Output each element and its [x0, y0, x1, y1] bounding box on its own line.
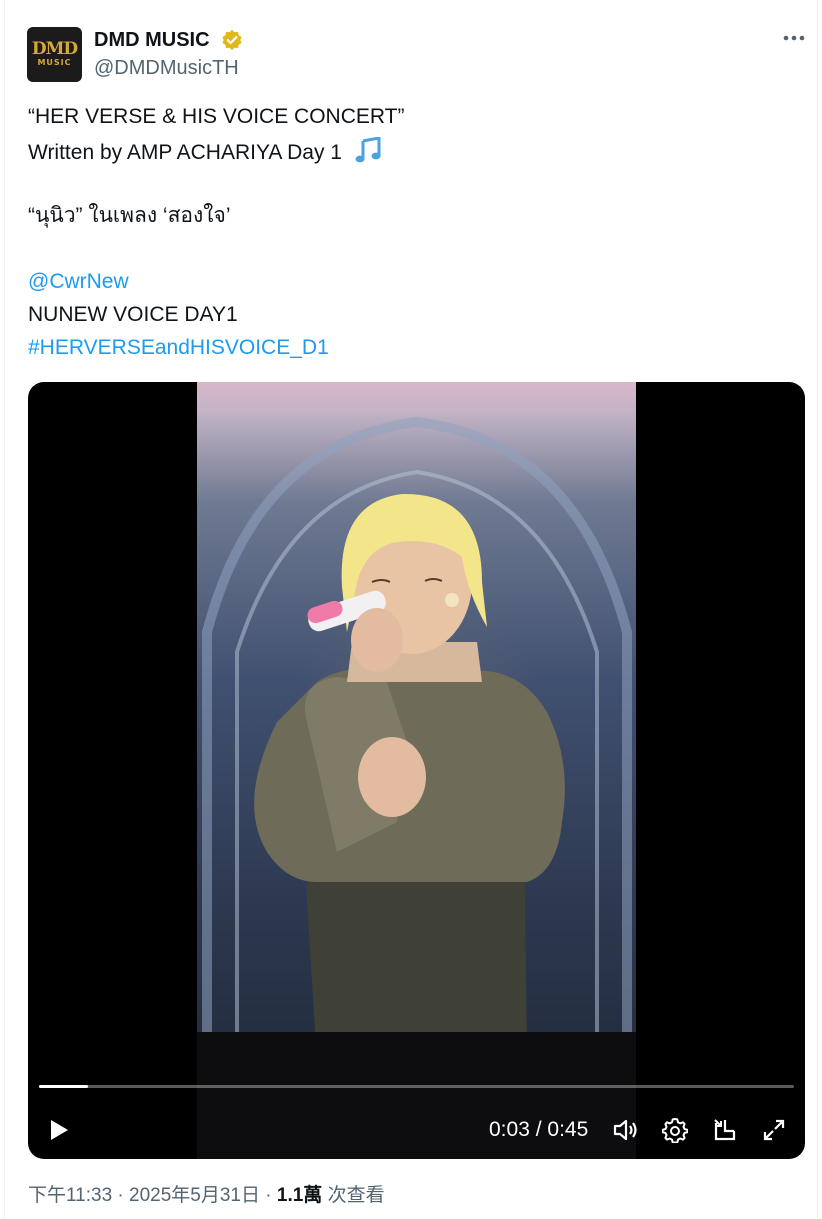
account-handle[interactable]: @DMDMusicTH — [94, 56, 239, 80]
account-name[interactable]: DMD MUSIC — [94, 28, 210, 52]
video-player[interactable]: 0:03 / 0:45 — [28, 382, 805, 1159]
tweet-text-thai: “นุนิว” ในเพลง ‘สองใจ’ — [28, 204, 231, 227]
meta-separator: · — [112, 1185, 130, 1206]
video-duration: 0:45 — [547, 1118, 589, 1141]
volume-icon[interactable] — [611, 1115, 641, 1145]
tweet-text-day: NUNEW VOICE DAY1 — [28, 303, 238, 326]
view-count-label: 次查看 — [322, 1185, 385, 1206]
play-icon[interactable] — [44, 1115, 74, 1145]
verified-badge-icon — [222, 30, 242, 50]
mention-link[interactable]: @CwrNew — [28, 269, 129, 295]
avatar-logo-text: DMD — [31, 39, 78, 59]
avatar-logo-subtext: MUSIC — [37, 58, 72, 67]
fullscreen-icon[interactable] — [759, 1115, 789, 1145]
picture-in-picture-icon[interactable] — [710, 1115, 740, 1145]
video-time-separator: / — [529, 1118, 548, 1141]
hashtag-link[interactable]: #HERVERSEandHISVOICE_D1 — [28, 335, 329, 361]
music-notes-icon — [355, 137, 381, 163]
video-scene — [202, 416, 632, 1062]
video-frame — [197, 382, 636, 1062]
video-current-time: 0:03 — [489, 1118, 530, 1141]
video-time: 0:03 / 0:45 — [489, 1116, 588, 1144]
video-progress-bar[interactable] — [39, 1085, 794, 1088]
tweet-text-title: “HER VERSE & HIS VOICE CONCERT” — [28, 105, 405, 128]
tweet-text-credit: Written by AMP ACHARIYA Day 1 — [28, 141, 342, 164]
tweet-date[interactable]: 2025年5月31日 — [129, 1185, 260, 1206]
more-options-icon[interactable] — [780, 24, 808, 52]
tweet-meta: 下午11:33 · 2025年5月31日 · 1.1萬 次查看 — [28, 1183, 385, 1209]
video-progress-fill — [39, 1085, 89, 1088]
tweet-time[interactable]: 下午11:33 — [28, 1185, 112, 1206]
view-count: 1.1萬 — [276, 1185, 323, 1206]
meta-separator: · — [260, 1185, 277, 1206]
settings-gear-icon[interactable] — [660, 1115, 690, 1145]
tweet-text-line: Written by AMP ACHARIYA Day 1 — [28, 137, 382, 166]
avatar[interactable]: DMD MUSIC — [27, 27, 82, 82]
